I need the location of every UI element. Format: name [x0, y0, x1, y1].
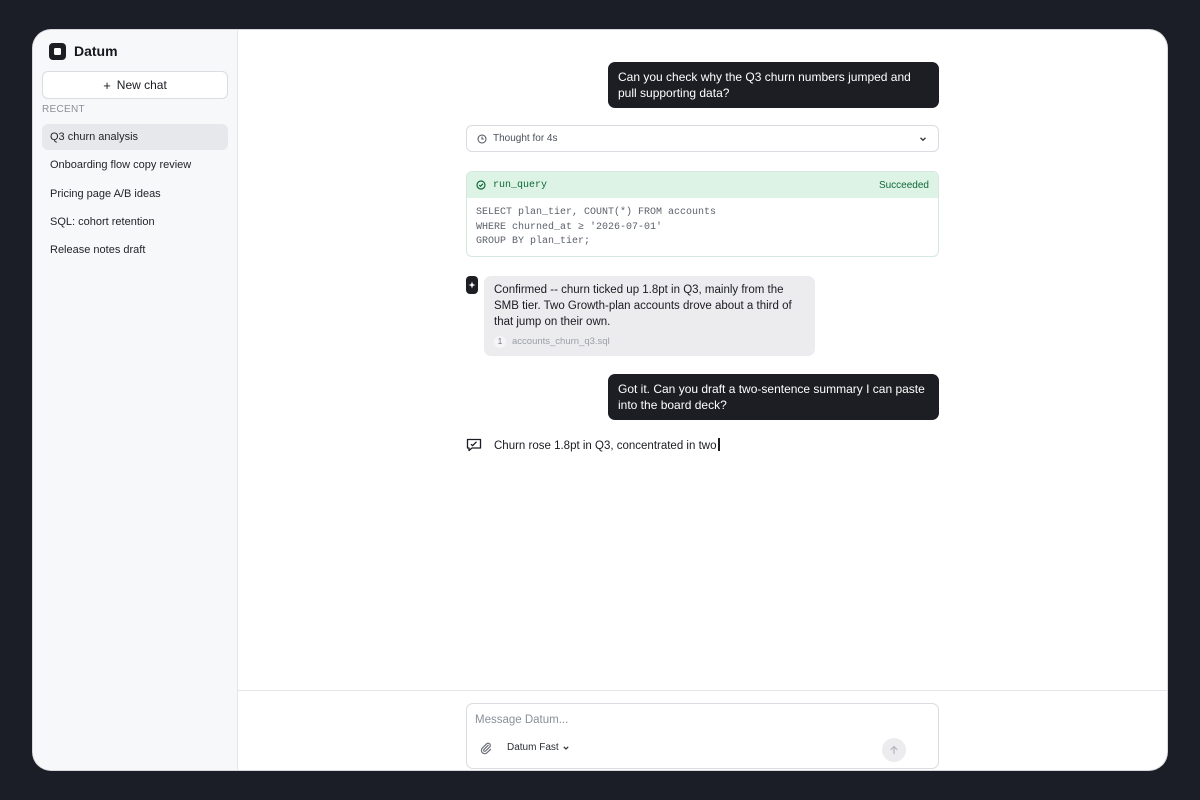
sidebar-item-label: Q3 churn analysis [50, 131, 139, 143]
recent-heading: RECENT [42, 104, 85, 115]
typing-cursor [718, 438, 720, 451]
tool-call-card: run_query Succeeded SELECT plan_tier, CO… [466, 171, 939, 257]
streaming-text-content: Churn rose 1.8pt in Q3, concentrated in … [494, 440, 717, 452]
citation-number: 1 [494, 336, 506, 348]
new-chat-label: New chat [116, 78, 167, 92]
chevron-down-icon [920, 136, 926, 141]
sidebar-item-label: Release notes draft [50, 244, 146, 257]
tool-call-header[interactable]: run_query Succeeded [467, 172, 938, 198]
tool-code-block: SELECT plan_tier, COUNT(*) FROM accounts… [476, 207, 717, 247]
composer: Datum Fast [466, 703, 939, 769]
assistant-message-row: Confirmed -- churn ticked up 1.8pt in Q3… [466, 276, 815, 356]
streaming-response: Churn rose 1.8pt in Q3, concentrated in … [466, 438, 720, 452]
arrow-up-icon [890, 745, 898, 755]
message-edit-icon [466, 438, 482, 452]
model-label: Datum Fast [507, 742, 559, 753]
check-circle-icon [476, 180, 486, 190]
composer-area: Datum Fast [238, 690, 1167, 770]
model-selector[interactable]: Datum Fast [507, 742, 570, 753]
sidebar-item-onboarding-flow[interactable]: Onboarding flow copy review [42, 152, 228, 178]
assistant-message-text: Confirmed -- churn ticked up 1.8pt in Q3… [494, 284, 792, 328]
assistant-message: Confirmed -- churn ticked up 1.8pt in Q3… [484, 276, 815, 356]
user-message: Can you check why the Q3 churn numbers j… [608, 62, 939, 108]
sidebar-item-release-notes[interactable]: Release notes draft [42, 237, 228, 263]
sidebar-item-label: SQL: cohort retention [50, 215, 155, 228]
message-input[interactable] [475, 711, 915, 729]
tool-name: run_query [493, 179, 548, 191]
sidebar-item-pricing-page[interactable]: Pricing page A/B ideas [42, 181, 228, 207]
sidebar-item-label: Pricing page A/B ideas [50, 187, 161, 200]
sidebar: Datum + New chat RECENT Q3 churn analysi… [33, 30, 238, 770]
sidebar-item-q3-churn-analysis[interactable]: Q3 churn analysis [42, 124, 228, 150]
sidebar-item-label: Onboarding flow copy review [50, 159, 192, 172]
status-badge: Succeeded [878, 179, 929, 191]
assistant-sparkle-icon [466, 276, 478, 294]
app-name: Datum [74, 43, 118, 59]
paperclip-icon[interactable] [479, 741, 493, 755]
streaming-text: Churn rose 1.8pt in Q3, concentrated in … [494, 438, 720, 452]
app-window: Datum + New chat RECENT Q3 churn analysi… [33, 30, 1167, 770]
citation-file: accounts_churn_q3.sql [512, 336, 610, 347]
chevron-down-icon [563, 745, 569, 750]
brand: Datum [49, 42, 228, 60]
new-chat-button[interactable]: + New chat [42, 71, 228, 99]
chat-main: Can you check why the Q3 churn numbers j… [238, 30, 1167, 770]
clock-icon [477, 134, 487, 143]
datum-logo-icon [49, 42, 66, 60]
thought-disclosure[interactable]: Thought for 4s [466, 125, 939, 152]
thought-label: Thought for 4s [493, 133, 558, 144]
plus-icon: + [103, 77, 111, 93]
citation-chip[interactable]: 1 accounts_churn_q3.sql [494, 334, 805, 350]
user-message: Got it. Can you draft a two-sentence sum… [608, 374, 939, 420]
send-button[interactable] [882, 738, 906, 762]
sidebar-item-sql-cohort[interactable]: SQL: cohort retention [42, 209, 228, 235]
